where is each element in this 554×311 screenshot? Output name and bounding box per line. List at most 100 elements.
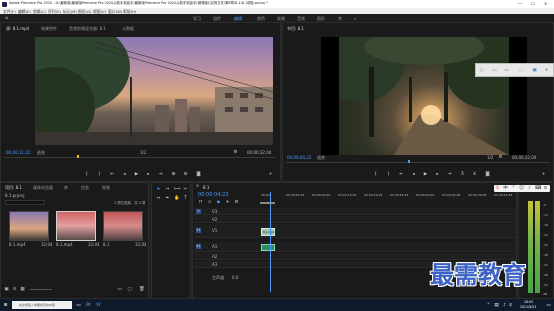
menu-window[interactable]: 窗口(W) (108, 9, 122, 14)
step-forward-icon[interactable]: ▸ (146, 172, 151, 177)
program-zoom-select[interactable]: 适合 (317, 155, 325, 160)
pen-tool-icon[interactable]: ✒ (165, 196, 170, 201)
menu-help[interactable]: 帮助(H) (123, 9, 136, 14)
minimize-button[interactable]: — (518, 1, 522, 6)
source-zoom-select[interactable]: 适合 (37, 150, 45, 155)
tab-info[interactable]: 信息 (81, 185, 89, 191)
share-icon[interactable]: ⬚ (518, 68, 523, 73)
menu-sequence[interactable]: 序列(S) (48, 9, 61, 14)
timeline-timecode[interactable]: 00;00;04;22 (198, 193, 229, 198)
slip-tool-icon[interactable]: ↔ (156, 196, 161, 201)
step-back-icon[interactable]: ◂ (122, 172, 127, 177)
premiere-taskbar-icon[interactable]: Pr (86, 303, 91, 308)
overwrite-icon[interactable]: ⊟ (183, 172, 188, 177)
type-tool-icon[interactable]: T (183, 196, 188, 201)
source-playhead-marker[interactable] (77, 155, 79, 158)
selection-tool-icon[interactable]: ➤ (156, 187, 161, 192)
project-thumb-2[interactable] (56, 211, 96, 241)
tray-chevron-icon[interactable]: ⌃ (486, 303, 491, 308)
tab-libraries[interactable]: 库 (64, 185, 68, 191)
icon-view-icon[interactable]: ▦ (20, 287, 25, 292)
settings-wrench-icon[interactable]: ⚙ (233, 150, 238, 155)
add-button-icon[interactable]: + (268, 172, 273, 177)
hand-tool-icon[interactable]: ✋ (174, 196, 180, 201)
source-timecode[interactable]: 00;00;11;22 (6, 150, 30, 155)
tab-media-browser[interactable]: 媒体浏览器 (33, 185, 53, 191)
close-tab-icon[interactable]: × (195, 184, 200, 189)
workspace-more-button[interactable]: » (354, 16, 356, 21)
tab-audio-clip-mixer[interactable]: 音频剪辑混合器: 8.1 (69, 26, 106, 32)
tab-project[interactable]: 项目: 8.1 (5, 185, 22, 191)
program-settings-icon[interactable]: ⚙ (498, 155, 503, 160)
windows-start-icon[interactable]: ⊞ (3, 303, 8, 308)
menu-file[interactable]: 文件(F) (3, 9, 16, 14)
menu-clip[interactable]: 剪辑(C) (33, 9, 46, 14)
tab-metadata[interactable]: 元数据 (122, 26, 134, 32)
source-video-frame[interactable] (35, 37, 273, 145)
linked-selection-icon[interactable]: ∩ (207, 200, 212, 205)
zoom-slider[interactable] (30, 289, 52, 290)
ime-mic-icon[interactable]: ♪ (527, 186, 532, 191)
program-timecode[interactable]: 00;00;04;22 (287, 155, 311, 160)
marker-icon[interactable]: ▾ (225, 200, 230, 205)
razor-tool-icon[interactable]: ✂ (183, 187, 188, 192)
workspace-tab-learn[interactable]: 学习 (193, 16, 201, 21)
source-scrub-bar[interactable] (4, 157, 276, 158)
screen-icon[interactable]: ▣ (532, 68, 537, 73)
program-mark-out-icon[interactable]: } (386, 172, 391, 177)
ime-keyboard-icon[interactable]: ⌨ (535, 186, 542, 191)
lift-icon[interactable]: ⊼ (460, 172, 465, 177)
program-go-to-out-icon[interactable]: ⇥ (447, 172, 452, 177)
new-bin-icon[interactable]: ▭ (117, 287, 122, 292)
project-thumb-3[interactable] (103, 211, 143, 241)
tab-effects[interactable]: 效果 (102, 185, 110, 191)
tab-effect-controls[interactable]: 效果控件 (41, 26, 57, 32)
go-to-out-icon[interactable]: ⇥ (158, 172, 163, 177)
snap-icon[interactable]: ⊓ (198, 200, 203, 205)
program-video-frame[interactable] (339, 37, 509, 155)
workspace-tab-graphics[interactable]: 图形 (317, 16, 325, 21)
program-step-back-icon[interactable]: ◂ (411, 172, 416, 177)
workspace-tab-effects[interactable]: 效果 (277, 16, 285, 21)
project-thumb-1[interactable] (9, 211, 49, 241)
wrench-icon[interactable]: ⚙ (234, 200, 239, 205)
menu-marker[interactable]: 标记(M) (63, 9, 77, 14)
workspace-tab-editing[interactable]: 编辑 (234, 16, 242, 21)
list-view-icon[interactable]: ≡ (12, 287, 17, 292)
ime-emoji-icon[interactable]: ☺ (519, 186, 524, 191)
dropdown-icon[interactable]: ▾ (544, 68, 549, 73)
workspace-tab-libraries[interactable]: 库 (338, 16, 342, 21)
extract-icon[interactable]: ⊻ (472, 172, 477, 177)
menu-view[interactable]: 视图(V) (93, 9, 106, 14)
notification-icon[interactable]: ▭ (546, 303, 551, 308)
ime-lang-icon[interactable]: 中 (503, 186, 508, 191)
program-go-to-in-icon[interactable]: ⇤ (399, 172, 404, 177)
track-select-tool-icon[interactable]: ⇒ (165, 187, 170, 192)
folder-icon[interactable]: ▭ (504, 68, 509, 73)
go-to-in-icon[interactable]: ⇤ (110, 172, 115, 177)
task-view-icon[interactable]: ▭ (76, 303, 81, 308)
word-taskbar-icon[interactable]: W (96, 303, 101, 308)
menu-graphics[interactable]: 图形(G) (78, 9, 92, 14)
network-icon[interactable]: ▤ (494, 303, 499, 308)
mark-out-icon[interactable]: } (97, 172, 102, 177)
taskbar-search-input[interactable]: 在这里输入你要搜索的内容 (12, 301, 72, 309)
timeline-tab[interactable]: 8.1 (203, 185, 209, 190)
program-playhead-marker[interactable] (408, 160, 410, 163)
play-icon[interactable]: ▶ (134, 172, 139, 177)
add-marker-icon[interactable]: ◆ (216, 200, 221, 205)
ime-logo-icon[interactable]: S (495, 186, 500, 191)
master-track-value[interactable]: 0.0 (232, 275, 238, 280)
timeline-ruler[interactable]: 00;00 00;00;04;29 00;00;09;29 00;00;14;2… (260, 192, 516, 202)
ime-punct-icon[interactable]: ° (511, 186, 516, 191)
workspace-tab-audio[interactable]: 音频 (297, 16, 305, 21)
pin-icon[interactable]: ○ (479, 68, 484, 73)
track-target-a1[interactable]: A1 (196, 244, 201, 249)
video-clip[interactable]: 8.1.mp4 (261, 228, 275, 236)
tab-program[interactable]: 节目: 8.1 (287, 26, 304, 32)
timeline-work-area-bar[interactable] (260, 202, 275, 204)
home-icon[interactable]: ⌂ (4, 16, 9, 21)
project-search-input[interactable] (5, 200, 45, 205)
export-frame-icon[interactable]: ◙ (196, 172, 201, 177)
mark-in-icon[interactable]: { (84, 172, 89, 177)
